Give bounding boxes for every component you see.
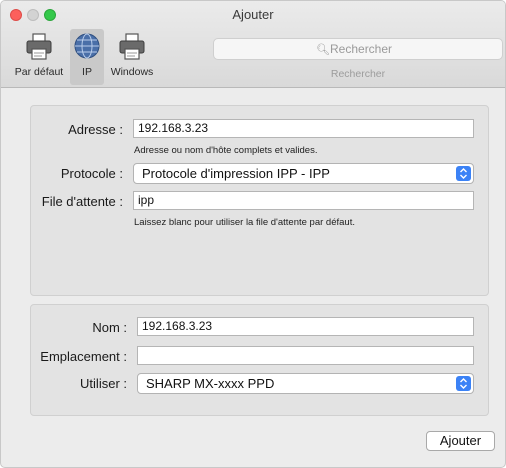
chevron-up-down-icon bbox=[456, 376, 471, 391]
tab-ip[interactable]: IP bbox=[70, 29, 104, 85]
window-title: Ajouter bbox=[232, 7, 274, 22]
use-label: Utiliser : bbox=[80, 376, 127, 391]
tab-default[interactable]: Par défaut bbox=[7, 29, 71, 85]
tab-default-label: Par défaut bbox=[14, 66, 64, 78]
address-label: Adresse : bbox=[68, 122, 123, 137]
add-button[interactable]: Ajouter bbox=[426, 431, 495, 451]
queue-field[interactable]: ipp bbox=[133, 191, 474, 210]
search-input[interactable] bbox=[330, 41, 490, 57]
add-printer-window: Ajouter Par défaut IP Windows 🔍︎ Recherc… bbox=[0, 0, 506, 468]
protocol-label: Protocole : bbox=[60, 166, 123, 181]
window-toolbar: Ajouter Par défaut IP Windows 🔍︎ Recherc… bbox=[1, 1, 505, 88]
protocol-value: Protocole d'impression IPP - IPP bbox=[142, 166, 330, 181]
name-label: Nom : bbox=[92, 320, 127, 335]
printer-icon bbox=[117, 31, 147, 61]
driver-popup[interactable]: SHARP MX-xxxx PPD bbox=[137, 373, 474, 394]
tab-ip-label: IP bbox=[82, 66, 92, 78]
tab-windows-label: Windows bbox=[110, 66, 154, 78]
driver-value: SHARP MX-xxxx PPD bbox=[146, 376, 275, 391]
queue-label: File d'attente : bbox=[41, 194, 123, 209]
name-field[interactable]: 192.168.3.23 bbox=[137, 317, 474, 336]
search-box[interactable]: 🔍︎ bbox=[213, 38, 503, 60]
tab-windows[interactable]: Windows bbox=[105, 29, 159, 85]
location-field[interactable] bbox=[137, 346, 474, 365]
location-label: Emplacement : bbox=[40, 349, 127, 364]
globe-icon bbox=[72, 31, 102, 61]
search-caption: Rechercher bbox=[330, 68, 386, 80]
printer-icon bbox=[24, 31, 54, 61]
address-field[interactable]: 192.168.3.23 bbox=[133, 119, 474, 138]
chevron-up-down-icon bbox=[456, 166, 471, 181]
protocol-popup[interactable]: Protocole d'impression IPP - IPP bbox=[133, 163, 474, 184]
address-hint: Adresse ou nom d'hôte complets et valide… bbox=[134, 145, 318, 156]
search-icon: 🔍︎ bbox=[316, 44, 330, 56]
queue-hint: Laissez blanc pour utiliser la file d'at… bbox=[134, 217, 355, 228]
